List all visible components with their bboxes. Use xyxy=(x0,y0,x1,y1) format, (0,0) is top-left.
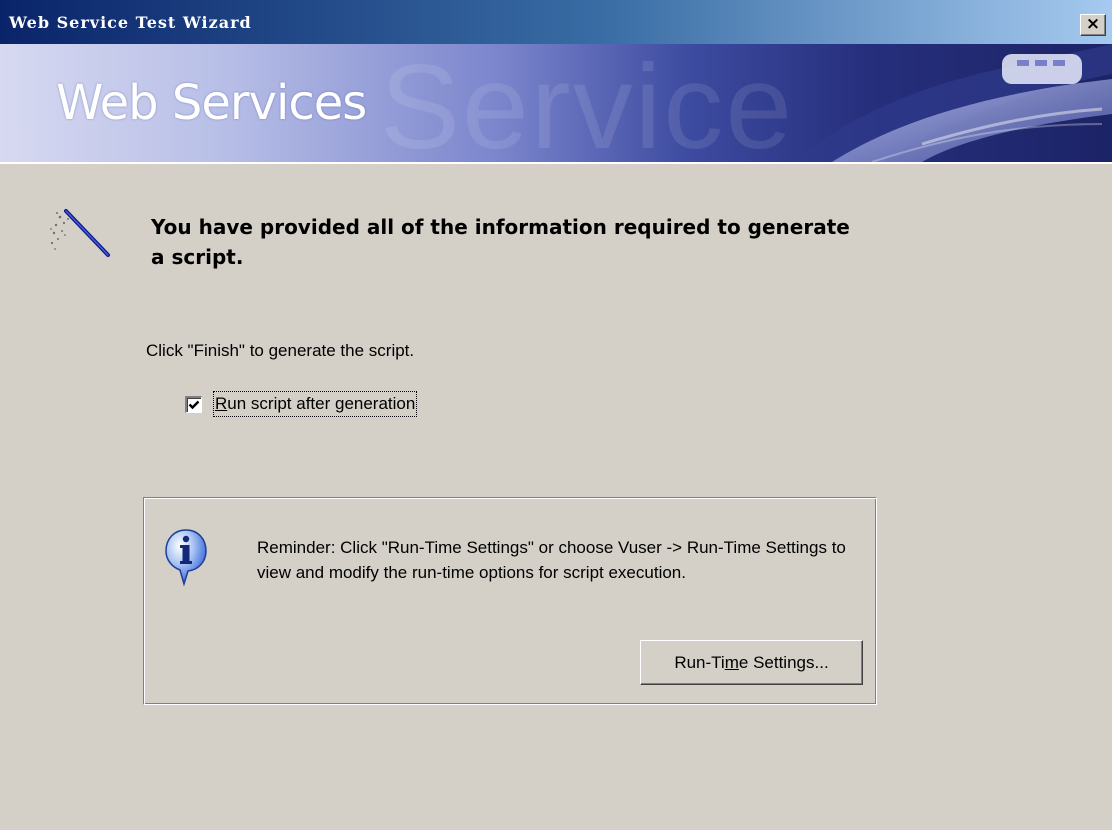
info-icon xyxy=(165,529,207,587)
button-label-end: e Settings... xyxy=(738,653,829,672)
button-label-mnemonic: m xyxy=(724,653,739,672)
header-banner: Service Web Services xyxy=(0,44,1112,162)
run-after-generation-option[interactable]: Run script after generation xyxy=(185,391,418,417)
banner-watermark: Service xyxy=(380,44,795,162)
close-button[interactable]: × xyxy=(1080,14,1106,36)
label-text: un script after generation xyxy=(227,394,416,413)
window-title: Web Service Test Wizard xyxy=(9,13,252,32)
wizard-window: Web Service Test Wizard × Service Web Se… xyxy=(0,0,1112,830)
banner-title: Web Services xyxy=(56,75,367,131)
banner-divider xyxy=(0,162,1112,164)
title-bar[interactable]: Web Service Test Wizard × xyxy=(0,0,1112,44)
label-mnemonic: R xyxy=(215,394,228,413)
button-label-start: Run-Ti xyxy=(674,653,725,672)
reminder-panel: Reminder: Click "Run-Time Settings" or c… xyxy=(143,497,877,705)
run-after-generation-checkbox[interactable] xyxy=(185,395,202,413)
magic-wand-icon xyxy=(50,209,110,257)
run-time-settings-button[interactable]: Run-Time Settings... xyxy=(640,640,863,685)
page-heading: You have provided all of the information… xyxy=(151,215,850,269)
run-after-generation-label[interactable]: Run script after generation xyxy=(213,391,418,417)
reminder-text: Reminder: Click "Run-Time Settings" or c… xyxy=(257,538,846,582)
network-cable-image xyxy=(792,44,1112,162)
finish-instruction: Click "Finish" to generate the script. xyxy=(146,341,415,360)
close-icon: × xyxy=(1085,14,1101,34)
checkmark-icon xyxy=(188,400,200,409)
